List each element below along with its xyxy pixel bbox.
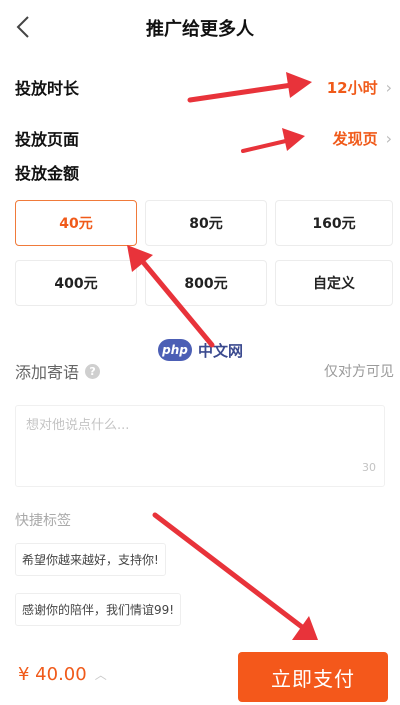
total-price[interactable]: ¥ 40.00 ︿: [18, 664, 107, 685]
message-label-row: 添加寄语 ?: [15, 359, 101, 383]
duration-row[interactable]: 投放时长 12小时 ›: [15, 74, 392, 100]
amount-option-400[interactable]: 400元: [15, 260, 137, 306]
quick-tag[interactable]: 希望你越来越好，支持你!: [15, 543, 166, 576]
message-label: 添加寄语: [15, 363, 80, 382]
amount-option-800[interactable]: 800元: [145, 260, 267, 306]
quick-tag[interactable]: 感谢你的陪伴，我们情谊99!: [15, 593, 182, 626]
duration-label: 投放时长: [15, 79, 80, 98]
chevron-right-icon: ›: [385, 77, 392, 97]
watermark-text: 中文网: [198, 341, 244, 360]
placement-page-label: 投放页面: [15, 130, 80, 149]
amount-option-160[interactable]: 160元: [275, 200, 393, 246]
placement-page-value: 发现页: [332, 129, 378, 148]
info-icon[interactable]: ?: [85, 363, 101, 379]
duration-value: 12小时: [326, 78, 378, 97]
message-input[interactable]: [16, 406, 384, 486]
placement-page-row[interactable]: 投放页面 发现页 ›: [15, 125, 392, 151]
watermark-logo-badge: php: [158, 339, 192, 361]
amount-label: 投放金额: [15, 164, 80, 183]
page-title: 推广给更多人: [146, 19, 254, 40]
message-box: 30: [15, 405, 385, 487]
price-value: ¥ 40.00: [18, 664, 87, 685]
amount-option-80[interactable]: 80元: [145, 200, 267, 246]
quick-tags-label: 快捷标签: [15, 513, 71, 529]
message-char-count: 30: [362, 461, 376, 474]
header-bar: 推广给更多人: [0, 0, 400, 58]
pay-now-button[interactable]: 立即支付: [238, 652, 388, 702]
chevron-up-icon: ︿: [94, 668, 107, 682]
watermark: php 中文网: [158, 339, 243, 361]
amount-option-custom[interactable]: 自定义: [275, 260, 393, 306]
chevron-right-icon: ›: [385, 128, 392, 148]
message-visibility-note: 仅对方可见: [324, 364, 394, 380]
amount-option-40[interactable]: 40元: [15, 200, 137, 246]
